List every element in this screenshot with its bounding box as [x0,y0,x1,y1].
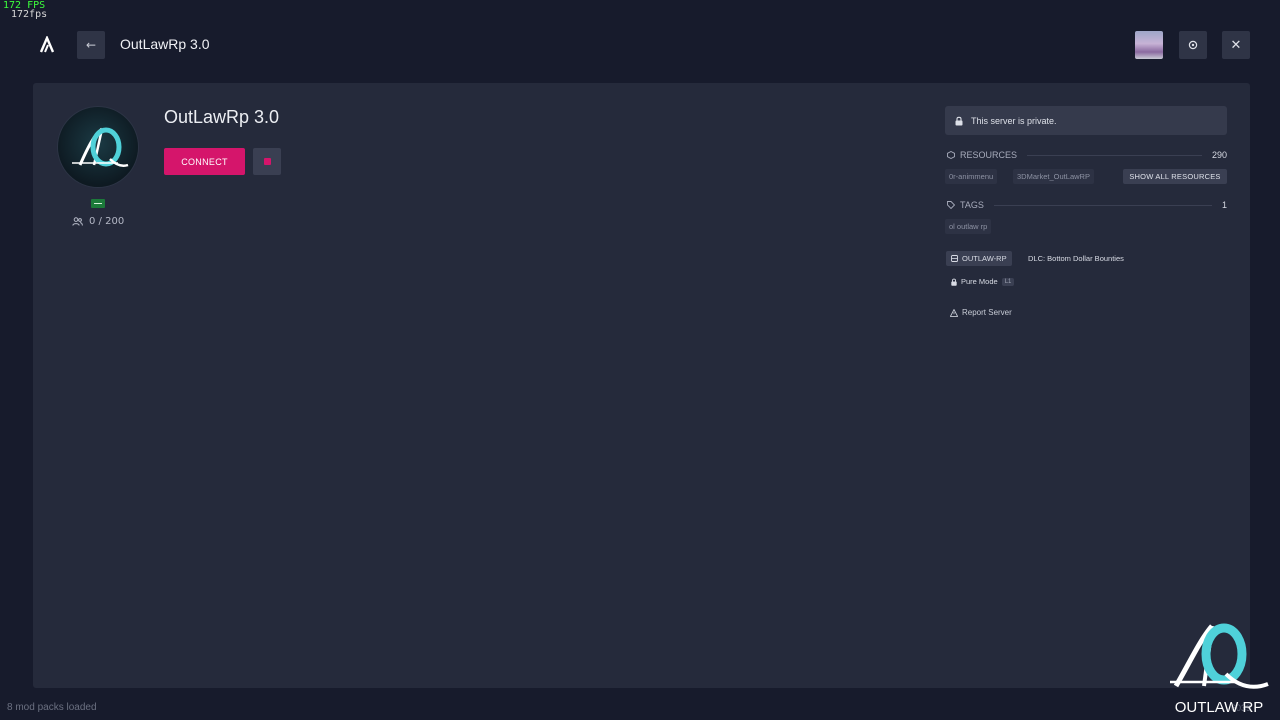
lock-icon [955,116,963,125]
player-count-value: 0 / 200 [89,216,125,227]
dlc-badge-label: DLC: Bottom Dollar Bounties [1028,254,1124,263]
tags-label: TAGS [960,200,984,210]
connect-button[interactable]: CONNECT [164,148,245,175]
user-avatar[interactable] [1135,31,1163,59]
tags-header: TAGS 1 [947,200,1227,210]
server-country-flag-icon [91,199,105,208]
close-icon: ✕ [1230,37,1242,53]
mod-packs-status: 8 mod packs loaded [7,702,97,713]
close-button[interactable]: ✕ [1222,31,1250,59]
resources-count: 290 [1211,150,1227,160]
warning-icon [950,308,958,317]
private-notice-text: This server is private. [971,115,1057,126]
server-logo-emblem-icon [72,127,129,167]
tag-icon [947,201,955,209]
back-button[interactable]: ← [77,31,105,59]
gear-icon [1188,40,1198,50]
resource-chip: 3DMarket_OutLawRP [1013,169,1094,184]
favorite-button[interactable] [253,148,281,175]
project-badge: OUTLAW-RP [946,251,1012,266]
watermark-text: OUTLAW RP [1175,699,1264,716]
private-notice: This server is private. [945,106,1227,135]
top-bar: ← OutLawRp 3.0 ✕ [0,0,1280,90]
divider [993,204,1212,206]
pure-mode-level: L1 [1001,277,1015,286]
server-icon [951,255,958,262]
resource-chip: 0r-animmenu [945,169,998,184]
app-logo-icon[interactable] [38,36,56,54]
show-all-resources-button[interactable]: SHOW ALL RESOURCES [1123,169,1227,184]
cube-icon [947,151,955,159]
settings-button[interactable] [1179,31,1207,59]
resources-header: RESOURCES 290 [947,150,1227,160]
favorite-icon [263,158,271,165]
tags-count: 1 [1221,200,1227,210]
player-count: 0 / 200 [72,216,124,227]
pure-mode-label: Pure Mode [961,277,998,286]
resources-label: RESOURCES [960,150,1018,160]
divider [1027,154,1202,156]
users-icon [72,217,83,226]
report-server-button[interactable]: Report Server [950,308,1012,317]
lock-icon [951,278,957,286]
dlc-badge: DLC: Bottom Dollar Bounties [1023,251,1129,266]
tag-chip[interactable]: ol outlaw rp [945,219,992,234]
server-logo [58,107,138,187]
project-badge-label: OUTLAW-RP [962,254,1007,263]
pure-mode-badge: Pure Mode L1 [946,274,1019,289]
arrow-left-icon: ← [85,38,97,52]
outlaw-rp-watermark: OUTLAW RP [1170,623,1269,716]
server-name: OutLawRp 3.0 [164,107,280,127]
page-title: OutLawRp 3.0 [120,36,210,52]
report-server-label: Report Server [962,308,1012,317]
